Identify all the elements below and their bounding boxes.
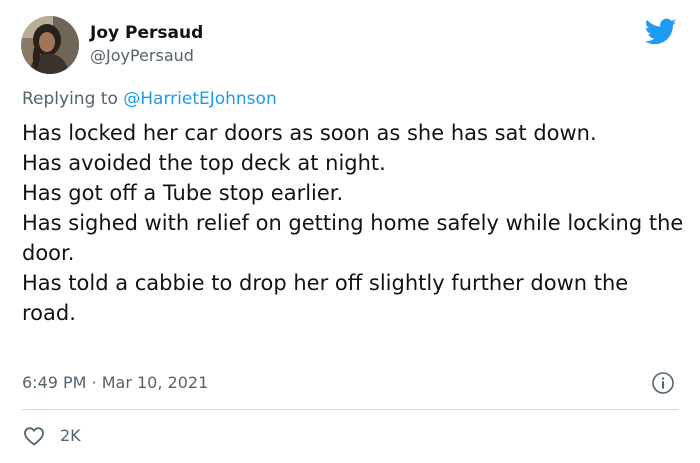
like-count[interactable]: 2K xyxy=(60,426,81,446)
tweet-line: Has told a cabbie to drop her off slight… xyxy=(22,271,629,325)
twitter-bird-icon[interactable] xyxy=(644,18,677,46)
tweet-line: Has locked her car doors as soon as she … xyxy=(22,121,597,145)
replying-to: Replying to @HarrietEJohnson xyxy=(22,88,277,110)
display-name[interactable]: Joy Persaud xyxy=(90,23,203,43)
tweet-card: Joy Persaud @JoyPersaud Replying to @Har… xyxy=(0,0,700,463)
reply-prefix: Replying to xyxy=(22,89,124,109)
tweet-text: Has locked her car doors as soon as she … xyxy=(22,118,687,328)
divider xyxy=(22,409,678,410)
user-handle[interactable]: @JoyPersaud xyxy=(90,46,194,66)
tweet-line: Has avoided the top deck at night. xyxy=(22,151,386,175)
reply-mention-link[interactable]: @HarrietEJohnson xyxy=(123,89,276,109)
heart-icon[interactable] xyxy=(22,424,46,448)
profile-photo xyxy=(21,16,79,74)
info-icon[interactable] xyxy=(651,371,675,395)
tweet-timestamp[interactable]: 6:49 PM · Mar 10, 2021 xyxy=(22,372,208,394)
tweet-line: Has sighed with relief on getting home s… xyxy=(22,211,684,265)
tweet-line: Has got off a Tube stop earlier. xyxy=(22,181,344,205)
avatar[interactable] xyxy=(21,16,79,74)
